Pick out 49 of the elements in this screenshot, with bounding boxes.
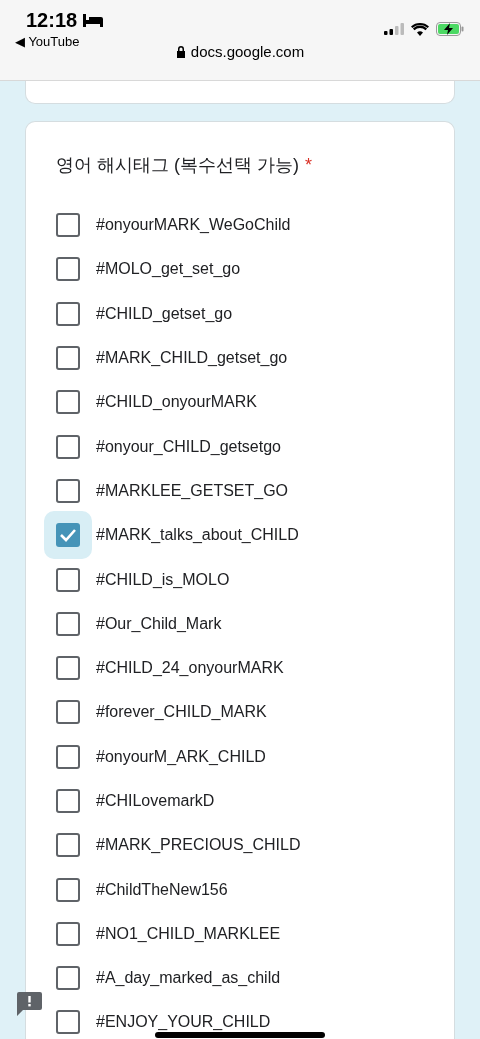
option-label[interactable]: #forever_CHILD_MARK [96, 703, 267, 722]
check-icon [59, 528, 77, 543]
wifi-icon [411, 22, 429, 36]
checkbox[interactable] [56, 478, 80, 503]
checkbox[interactable] [56, 213, 80, 238]
option-label[interactable]: #CHILD_getset_go [96, 304, 233, 323]
checkbox[interactable] [56, 966, 80, 991]
feedback-icon[interactable] [17, 992, 42, 1016]
option-label[interactable]: #A_day_marked_as_child [96, 969, 281, 988]
checkbox[interactable] [56, 346, 80, 371]
charging-battery-icon [436, 22, 464, 36]
option-label[interactable]: #CHILD_24_onyourMARK [96, 659, 284, 678]
address-url[interactable]: docs.google.com [190, 43, 305, 60]
option-label[interactable]: #MARK_PRECIOUS_CHILD [96, 836, 301, 855]
checkbox[interactable] [56, 567, 80, 592]
back-to-app-link[interactable]: ◀ YouTube [15, 34, 104, 49]
option-label[interactable]: #CHILD_onyourMARK [96, 393, 257, 412]
checkbox[interactable] [56, 877, 80, 902]
checkbox[interactable] [56, 700, 80, 725]
checkbox[interactable] [56, 789, 80, 813]
option-label[interactable]: #CHILovemarkD [96, 792, 215, 810]
checkbox[interactable] [56, 921, 80, 946]
option-label[interactable]: #NO1_CHILD_MARKLEE [96, 924, 281, 943]
checkbox[interactable] [56, 390, 80, 415]
option-label[interactable]: #MARKLEE_GETSET_GO [96, 481, 289, 500]
question-title: 영어 해시태그 (복수선택 가능) * [56, 154, 313, 177]
option-label[interactable]: #MARK_CHILD_getset_go [96, 349, 288, 368]
option-label[interactable]: #onyourMARK_WeGoChild [96, 216, 291, 235]
checkbox[interactable] [56, 744, 80, 769]
signal-icon [384, 23, 404, 35]
lock-icon [175, 45, 186, 58]
checkbox[interactable] [56, 301, 80, 326]
option-label[interactable]: #ChildTheNew156 [96, 880, 228, 899]
checkbox[interactable] [56, 611, 80, 636]
option-label[interactable]: #MARK_talks_about_CHILD [96, 526, 299, 545]
clock-time: 12:18 [26, 8, 78, 32]
checkbox[interactable] [56, 1010, 80, 1035]
checkbox[interactable] [56, 833, 80, 858]
option-label[interactable]: #onyourM_ARK_CHILD [96, 747, 266, 766]
option-label[interactable]: #ENJOY_YOUR_CHILD [96, 1013, 271, 1032]
option-label[interactable]: #onyour_CHILD_getsetgo [96, 437, 281, 456]
option-label[interactable]: #CHILD_is_MOLO [96, 570, 230, 589]
required-asterisk: * [305, 155, 312, 175]
bed-icon [83, 13, 104, 27]
option-label[interactable]: #Our_Child_Mark [96, 614, 222, 633]
option-label[interactable]: #MOLO_get_set_go [96, 260, 241, 279]
checkbox[interactable] [56, 257, 80, 282]
checkbox[interactable] [56, 434, 80, 459]
checkbox[interactable] [56, 656, 80, 681]
